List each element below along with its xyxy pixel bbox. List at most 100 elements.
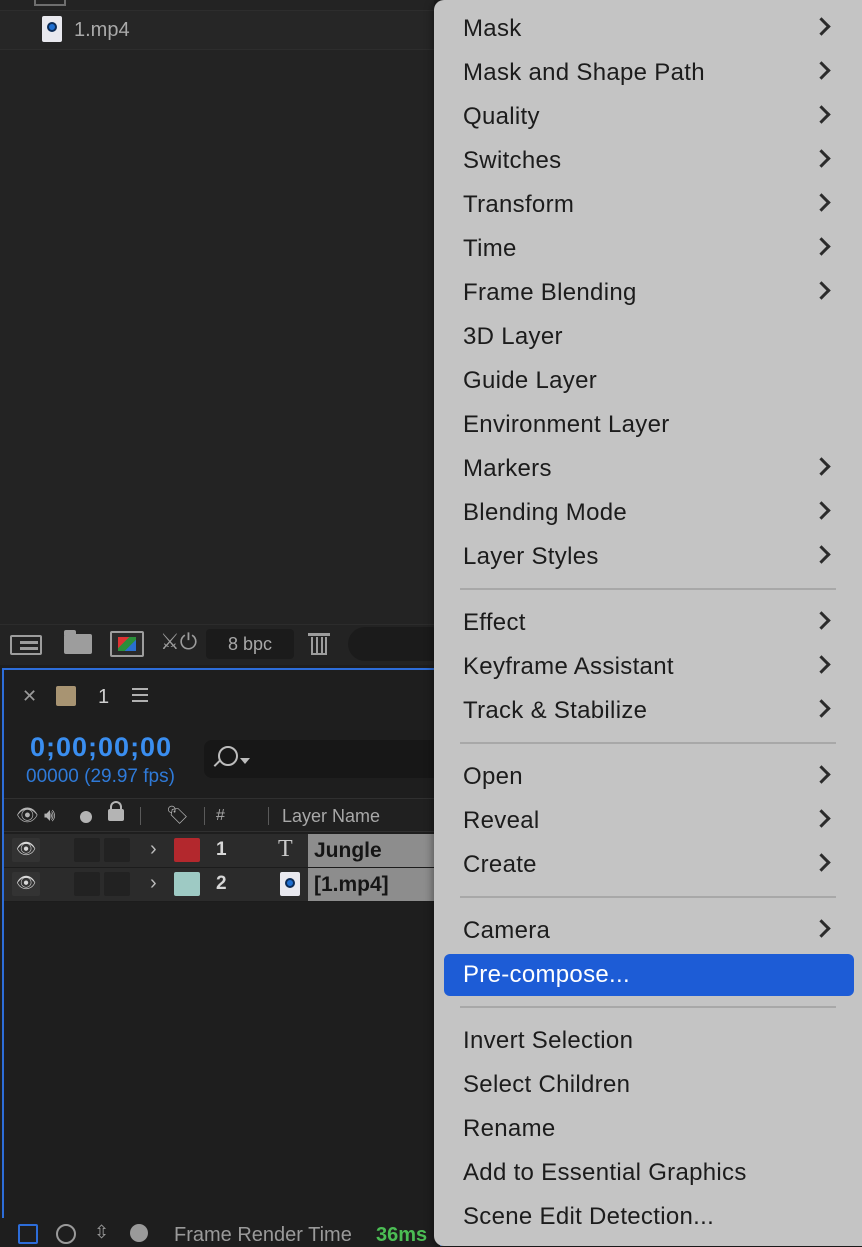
menu-item-blending-mode[interactable]: Blending Mode <box>444 492 854 534</box>
chevron-right-icon <box>812 501 831 520</box>
menu-item-guide-layer[interactable]: Guide Layer <box>444 360 854 402</box>
frame-count-display: 00000 (29.97 fps) <box>26 766 175 787</box>
menu-item-label: Reveal <box>463 807 540 834</box>
menu-item-time[interactable]: Time <box>444 228 854 270</box>
menu-item-mask[interactable]: Mask <box>444 8 854 50</box>
chevron-right-icon <box>812 105 831 124</box>
chevron-right-icon <box>812 281 831 300</box>
column-number-header[interactable]: # <box>216 807 225 825</box>
tab-composition[interactable]: 1 <box>98 686 109 709</box>
layer-label-color[interactable] <box>174 838 200 862</box>
menu-item-create[interactable]: Create <box>444 844 854 886</box>
layer-search-input[interactable] <box>204 740 444 778</box>
chevron-right-icon <box>812 809 831 828</box>
lock-icon[interactable] <box>108 801 124 821</box>
speaker-icon[interactable]: 🔊︎ <box>44 805 55 826</box>
menu-item-mask-and-shape-path[interactable]: Mask and Shape Path <box>444 52 854 94</box>
solo-icon[interactable] <box>80 811 92 823</box>
layer-row[interactable]: 👁︎ › 1 T Jungle <box>4 834 448 868</box>
layer-row[interactable]: 👁︎ › 2 [1.mp4] <box>4 868 448 902</box>
project-toolbar: ⚔︎⏻ 8 bpc <box>0 624 448 665</box>
new-folder-icon[interactable] <box>64 630 92 654</box>
audio-toggle[interactable] <box>74 838 100 862</box>
flowchart-icon[interactable]: ⇳ <box>94 1222 114 1242</box>
menu-item-select-children[interactable]: Select Children <box>444 1064 854 1106</box>
menu-item-camera[interactable]: Camera <box>444 910 854 952</box>
chevron-right-icon <box>812 699 831 718</box>
timeline-panel: ✕ 1 0;00;00;00 00000 (29.97 fps) 👁︎ 🔊︎ 🏷… <box>2 668 448 1246</box>
visibility-eye-icon[interactable]: 👁︎ <box>12 872 40 896</box>
project-file-name: 1.mp4 <box>74 19 130 41</box>
trash-icon[interactable] <box>308 631 330 657</box>
audio-toggle[interactable] <box>74 872 100 896</box>
chevron-right-icon[interactable]: › <box>150 838 157 861</box>
chevron-right-icon <box>812 545 831 564</box>
menu-item-label: Select Children <box>463 1071 631 1098</box>
menu-item-label: Mask <box>463 15 522 42</box>
menu-item-3d-layer[interactable]: 3D Layer <box>444 316 854 358</box>
search-icon <box>218 746 238 766</box>
layer-name[interactable]: [1.mp4] <box>308 868 448 901</box>
footage-icon <box>280 872 300 896</box>
timeline-status-bar: ⇳ Frame Render Time 36ms <box>0 1218 440 1246</box>
layer-name[interactable]: Jungle <box>308 834 448 867</box>
menu-item-label: Effect <box>463 609 526 636</box>
solo-toggle[interactable] <box>104 838 130 862</box>
menu-item-label: Scene Edit Detection... <box>463 1203 715 1230</box>
menu-item-scene-edit-detection[interactable]: Scene Edit Detection... <box>444 1196 854 1238</box>
menu-item-track-stabilize[interactable]: Track & Stabilize <box>444 690 854 732</box>
chevron-right-icon <box>812 61 831 80</box>
new-composition-icon[interactable] <box>110 631 144 657</box>
project-item-row[interactable]: 1.mp4 <box>0 10 434 50</box>
timeline-tab-bar: ✕ 1 <box>4 670 442 724</box>
menu-item-effect[interactable]: Effect <box>444 602 854 644</box>
menu-item-label: Rename <box>463 1115 556 1142</box>
menu-item-pre-compose[interactable]: Pre-compose... <box>444 954 854 996</box>
frame-render-time-value: 36ms <box>376 1224 428 1246</box>
column-divider <box>140 807 141 825</box>
menu-item-label: 3D Layer <box>463 323 563 350</box>
menu-item-label: Quality <box>463 103 540 130</box>
menu-item-open[interactable]: Open <box>444 756 854 798</box>
layer-number: 1 <box>216 839 227 860</box>
render-icon[interactable] <box>56 1224 76 1244</box>
visibility-eye-icon[interactable]: 👁︎ <box>12 838 40 862</box>
frame-render-time-label: Frame Render Time <box>174 1224 352 1246</box>
chevron-right-icon[interactable]: › <box>150 872 157 895</box>
menu-item-switches[interactable]: Switches <box>444 140 854 182</box>
menu-item-label: Open <box>463 763 523 790</box>
label-tag-icon[interactable]: 🏷︎ <box>166 805 189 826</box>
menu-item-label: Guide Layer <box>463 367 598 394</box>
menu-item-frame-blending[interactable]: Frame Blending <box>444 272 854 314</box>
comp-flowchart-icon[interactable] <box>18 1224 38 1244</box>
menu-item-rename[interactable]: Rename <box>444 1108 854 1150</box>
menu-item-label: Pre-compose... <box>463 961 630 988</box>
menu-item-quality[interactable]: Quality <box>444 96 854 138</box>
bit-depth-button[interactable]: 8 bpc <box>206 629 294 659</box>
menu-item-markers[interactable]: Markers <box>444 448 854 490</box>
flowchart-icon[interactable]: ⚔︎⏻ <box>160 629 200 659</box>
interpret-footage-icon[interactable] <box>10 631 44 657</box>
motion-blur-icon[interactable] <box>130 1224 148 1242</box>
current-time-display[interactable]: 0;00;00;00 <box>30 732 172 763</box>
chevron-right-icon <box>812 17 831 36</box>
menu-item-environment-layer[interactable]: Environment Layer <box>444 404 854 446</box>
layer-column-header: 👁︎ 🔊︎ 🏷︎ # Layer Name <box>4 798 442 832</box>
menu-item-transform[interactable]: Transform <box>444 184 854 226</box>
solo-toggle[interactable] <box>104 872 130 896</box>
menu-item-label: Frame Blending <box>463 279 637 306</box>
menu-item-label: Switches <box>463 147 562 174</box>
menu-item-add-to-essential-graphics[interactable]: Add to Essential Graphics <box>444 1152 854 1194</box>
project-scrollbar[interactable] <box>348 627 448 661</box>
menu-item-keyframe-assistant[interactable]: Keyframe Assistant <box>444 646 854 688</box>
menu-item-layer-styles[interactable]: Layer Styles <box>444 536 854 578</box>
close-icon[interactable]: ✕ <box>22 686 37 707</box>
menu-separator <box>460 588 836 590</box>
layer-label-color[interactable] <box>174 872 200 896</box>
eye-icon[interactable]: 👁︎ <box>16 805 39 826</box>
column-layer-name-header[interactable]: Layer Name <box>282 806 380 827</box>
menu-item-invert-selection[interactable]: Invert Selection <box>444 1020 854 1062</box>
menu-item-label: Transform <box>463 191 575 218</box>
menu-item-reveal[interactable]: Reveal <box>444 800 854 842</box>
panel-menu-icon[interactable] <box>132 688 148 690</box>
